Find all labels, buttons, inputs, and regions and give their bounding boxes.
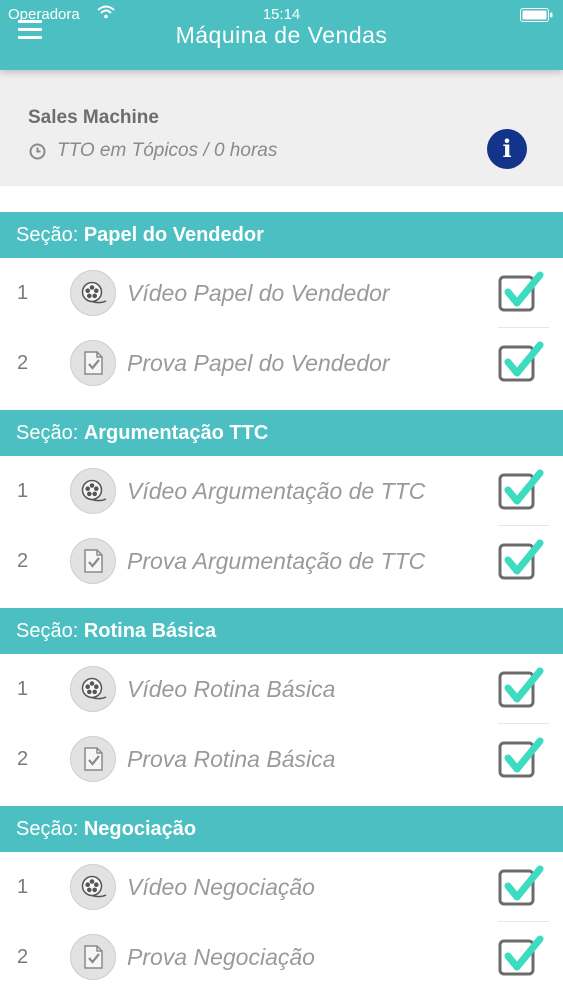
item-number: 2 bbox=[17, 352, 29, 374]
video-icon bbox=[70, 468, 116, 514]
item-label: Prova Argumentação de TTC bbox=[127, 548, 426, 574]
video-icon bbox=[70, 666, 116, 712]
quiz-icon bbox=[70, 934, 116, 980]
checkbox-checked-icon[interactable] bbox=[497, 538, 545, 587]
info-icon: i bbox=[502, 134, 512, 163]
section-prefix: Seção: bbox=[16, 422, 84, 444]
list-item[interactable]: 2 Prova Rotina Básica bbox=[0, 724, 563, 794]
section-prefix: Seção: bbox=[16, 620, 84, 642]
item-number: 1 bbox=[17, 678, 29, 700]
checkbox-checked-icon[interactable] bbox=[497, 468, 545, 517]
item-label: Vídeo Negociação bbox=[127, 874, 315, 900]
item-number: 1 bbox=[17, 480, 29, 502]
item-number: 1 bbox=[17, 876, 29, 898]
list-item[interactable]: 1 Vídeo Papel do Vendedor bbox=[0, 258, 563, 328]
item-number: 2 bbox=[17, 550, 29, 572]
section-name: Papel do Vendedor bbox=[83, 224, 264, 246]
section-prefix: Seção: bbox=[16, 224, 84, 246]
item-label: Vídeo Argumentação de TTC bbox=[127, 478, 426, 504]
checkbox-checked-icon[interactable] bbox=[497, 340, 545, 389]
course-summary: Sales Machine TTO em Tópicos / 0 horas i bbox=[0, 70, 563, 186]
item-number: 2 bbox=[17, 946, 29, 968]
section-prefix: Seção: bbox=[16, 818, 84, 840]
list-item[interactable]: 2 Prova Negociação bbox=[0, 922, 563, 992]
checkbox-checked-icon[interactable] bbox=[497, 864, 545, 913]
item-label: Prova Negociação bbox=[127, 944, 315, 970]
video-icon bbox=[70, 864, 116, 910]
top-bar: Operadora 15:14 Máquina de Vendas bbox=[0, 0, 563, 70]
page-title: Máquina de Vendas bbox=[175, 22, 388, 48]
section-header: Seção: Argumentação TTC bbox=[0, 410, 563, 456]
item-label: Vídeo Papel do Vendedor bbox=[127, 280, 390, 306]
video-icon bbox=[70, 270, 116, 316]
checkbox-checked-icon[interactable] bbox=[497, 736, 545, 785]
list-item[interactable]: 1 Vídeo Negociação bbox=[0, 852, 563, 922]
battery-icon bbox=[520, 8, 553, 22]
section-header: Seção: Papel do Vendedor bbox=[0, 212, 563, 258]
item-number: 2 bbox=[17, 748, 29, 770]
quiz-icon bbox=[70, 736, 116, 782]
item-label: Vídeo Rotina Básica bbox=[127, 676, 336, 702]
course-title: Sales Machine bbox=[28, 107, 159, 128]
quiz-icon bbox=[70, 538, 116, 584]
list-item[interactable]: 1 Vídeo Rotina Básica bbox=[0, 654, 563, 724]
checkbox-checked-icon[interactable] bbox=[497, 666, 545, 715]
clock-icon bbox=[29, 143, 46, 160]
section-name: Negociação bbox=[83, 818, 197, 840]
info-button[interactable]: i bbox=[487, 129, 527, 169]
status-time: 15:14 bbox=[262, 6, 301, 23]
checkbox-checked-icon[interactable] bbox=[497, 270, 545, 319]
quiz-icon bbox=[70, 340, 116, 386]
item-label: Prova Papel do Vendedor bbox=[127, 350, 390, 376]
list-item[interactable]: 2 Prova Argumentação de TTC bbox=[0, 526, 563, 596]
checkbox-checked-icon[interactable] bbox=[497, 934, 545, 983]
list-item[interactable]: 1 Vídeo Argumentação de TTC bbox=[0, 456, 563, 526]
item-label: Prova Rotina Básica bbox=[127, 746, 336, 772]
section-header: Seção: Rotina Básica bbox=[0, 608, 563, 654]
item-number: 1 bbox=[17, 282, 29, 304]
list-item[interactable]: 2 Prova Papel do Vendedor bbox=[0, 328, 563, 398]
section-name: Rotina Básica bbox=[83, 620, 217, 642]
course-duration: TTO em Tópicos / 0 horas bbox=[57, 140, 278, 161]
section-name: Argumentação TTC bbox=[83, 422, 269, 444]
section-header: Seção: Negociação bbox=[0, 806, 563, 852]
